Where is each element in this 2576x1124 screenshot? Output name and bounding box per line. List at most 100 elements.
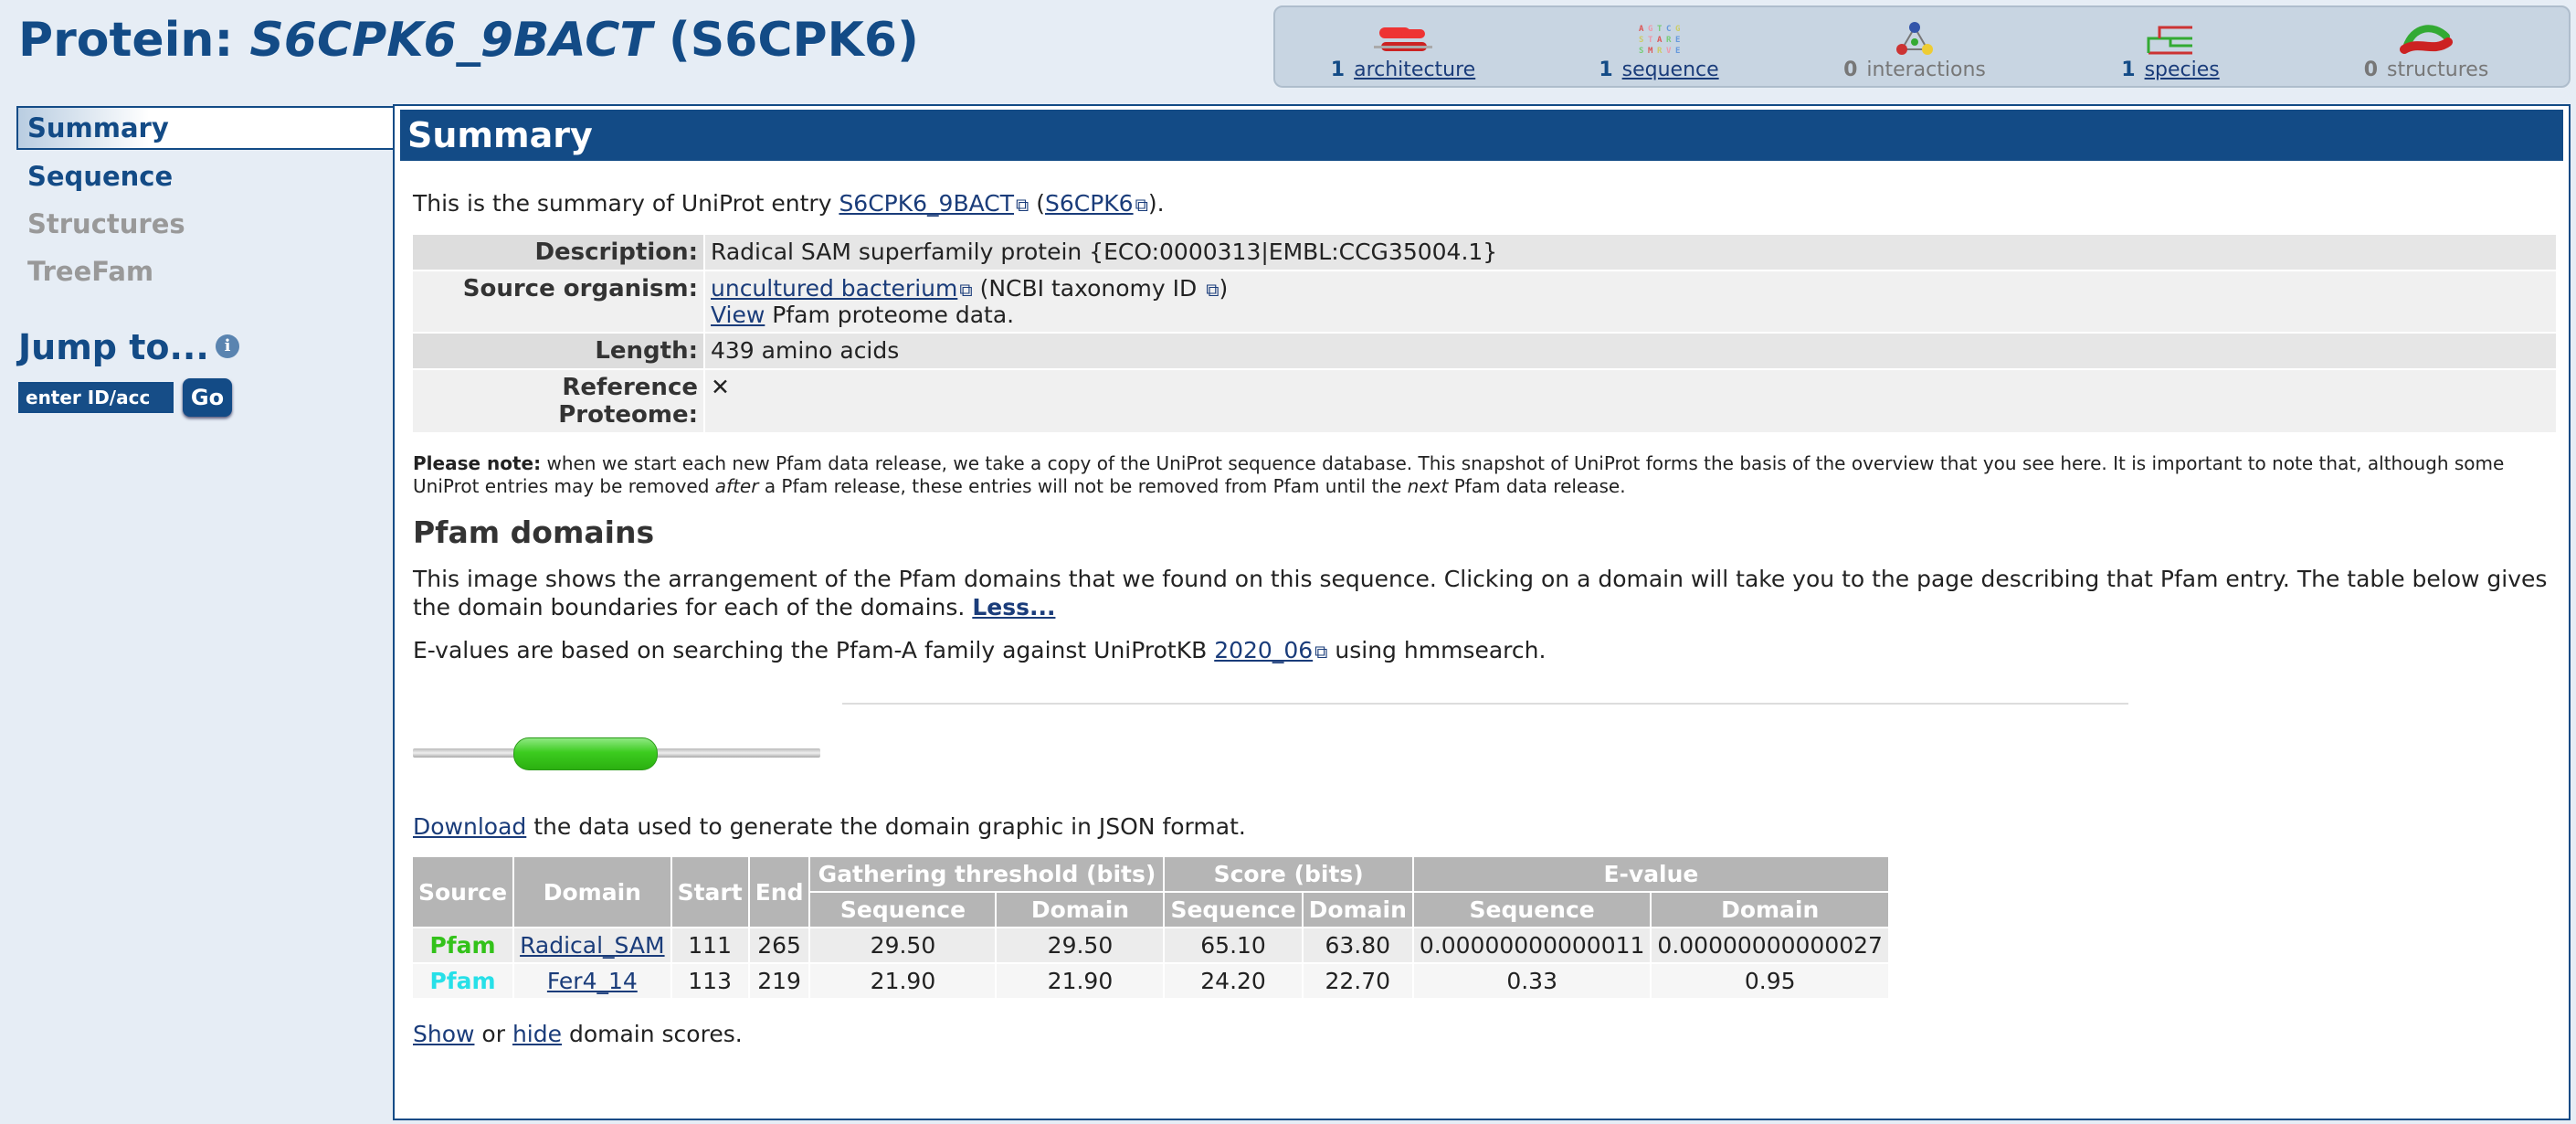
col-score: Score (bits) [1165, 857, 1412, 891]
less-link[interactable]: Less... [972, 594, 1055, 620]
taxonomy-external-link-icon[interactable]: ⧉ [1206, 279, 1219, 301]
go-button[interactable]: Go [183, 378, 232, 417]
col-score-sequence: Sequence [1165, 893, 1302, 927]
col-end: End [749, 857, 809, 927]
col-source: Source [413, 857, 513, 927]
download-text: the data used to generate the domain gra… [533, 813, 1246, 840]
sidebar-item-structures: Structures [27, 208, 185, 239]
svg-text:R: R [1657, 47, 1663, 56]
table-row: Pfam Radical_SAM 111 265 29.50 29.50 65.… [413, 928, 1888, 962]
col-domain: Domain [514, 857, 670, 927]
summary-info-table: Description: Radical SAM superfamily pro… [411, 233, 2558, 434]
svg-text:A: A [1657, 36, 1663, 45]
download-link[interactable]: Download [413, 813, 526, 840]
species-count: 1 [2121, 58, 2136, 81]
length-value: 439 amino acids [705, 334, 2556, 368]
note-bold: Please note: [413, 452, 542, 474]
organism-link[interactable]: uncultured bacterium [711, 275, 957, 302]
svg-text:R: R [1666, 36, 1672, 45]
reference-proteome-label: Reference Proteome: [413, 370, 703, 432]
title-accession: (S6CPK6) [668, 13, 919, 68]
scores-text: domain scores. [568, 1021, 743, 1047]
note-text: a Pfam release, these entries will not b… [764, 475, 1402, 497]
row-sc-dom: 22.70 [1303, 964, 1412, 998]
note-text: Pfam data release. [1453, 475, 1626, 497]
sequence-label[interactable]: sequence [1622, 58, 1719, 81]
release-note: Please note: when we start each new Pfam… [413, 452, 2556, 498]
col-gathering-domain: Domain [997, 893, 1164, 927]
summary-heading: Summary [400, 110, 2563, 161]
uniprot-entry-link[interactable]: S6CPK6_9BACT [839, 190, 1014, 217]
title-prefix: Protein: [18, 13, 234, 68]
sidebar-item-treefam: TreeFam [27, 256, 154, 287]
description-value: Radical SAM superfamily protein {ECO:000… [705, 235, 2556, 270]
domain-graphic [413, 681, 2556, 809]
evalue-text: using hmmsearch. [1335, 637, 1547, 663]
uniprot-accession-link[interactable]: S6CPK6 [1045, 190, 1134, 217]
architecture-count: 1 [1330, 58, 1346, 81]
description-text: This image shows the arrangement of the … [413, 566, 2548, 620]
info-icon[interactable]: i [216, 334, 239, 358]
fer4-14-link[interactable]: Fer4_14 [547, 968, 638, 994]
sequence-count: 1 [1599, 58, 1613, 81]
interactions-label: interactions [1866, 58, 1986, 81]
external-link-icon: ⧉ [1314, 641, 1328, 663]
col-start: Start [671, 857, 748, 927]
row-start: 111 [671, 928, 748, 962]
sequence-icon: AGTCG STARE SMRVE [1639, 25, 1680, 56]
jump-to-input[interactable] [18, 382, 174, 413]
intro-text: This is the summary of UniProt entry [413, 190, 832, 217]
table-row: Pfam Fer4_14 113 219 21.90 21.90 24.20 2… [413, 964, 1888, 998]
col-evalue-domain: Domain [1652, 893, 1888, 927]
row-gt-seq: 21.90 [810, 964, 996, 998]
svg-text:T: T [1657, 25, 1663, 34]
title-entry: S6CPK6_9BACT [249, 13, 652, 68]
taxonomy-text: (NCBI taxonomy ID [979, 275, 1198, 302]
structures-icon [2400, 25, 2453, 54]
uniprotkb-release-link[interactable]: 2020_06 [1214, 637, 1313, 663]
svg-text:E: E [1675, 47, 1680, 56]
interactions-count: 0 [1843, 58, 1858, 81]
interactions-icon [1896, 22, 1933, 55]
species-label[interactable]: species [2145, 58, 2220, 81]
page-title: Protein: S6CPK6_9BACT (S6CPK6) [18, 13, 919, 68]
architecture-label[interactable]: architecture [1354, 58, 1475, 81]
pfam-domains-heading: Pfam domains [413, 514, 655, 550]
note-emphasis: next [1407, 475, 1449, 497]
sidebar-item-summary[interactable]: Summary [16, 106, 393, 150]
download-info: Download the data used to generate the d… [413, 812, 2556, 841]
icon-bar-species[interactable]: 1 species [2043, 7, 2298, 88]
length-label: Length: [413, 334, 703, 368]
col-score-domain: Domain [1303, 893, 1412, 927]
row-gt-dom: 29.50 [997, 928, 1164, 962]
icon-bar-structures: 0 structures [2298, 7, 2554, 88]
row-sc-seq: 65.10 [1165, 928, 1302, 962]
external-link-icon: ⧉ [1016, 194, 1029, 216]
row-end: 219 [749, 964, 809, 998]
external-link-icon: ⧉ [1135, 194, 1148, 216]
row-sc-dom: 63.80 [1303, 928, 1412, 962]
row-ev-seq: 0.33 [1413, 964, 1651, 998]
radical-sam-link[interactable]: Radical_SAM [520, 932, 664, 959]
view-proteome-link[interactable]: View [711, 302, 765, 328]
sidebar-item-sequence[interactable]: Sequence [0, 154, 393, 199]
show-scores-link[interactable]: Show [413, 1021, 474, 1047]
svg-text:S: S [1639, 47, 1643, 56]
row-gt-dom: 21.90 [997, 964, 1164, 998]
icon-bar-architecture[interactable]: 1 architecture [1275, 7, 1531, 88]
evalue-text: E-values are based on searching the Pfam… [413, 637, 1208, 663]
svg-text:M: M [1648, 47, 1653, 56]
radical-sam-domain-glyph[interactable] [513, 737, 658, 770]
hide-scores-link[interactable]: hide [512, 1021, 562, 1047]
row-gt-seq: 29.50 [810, 928, 996, 962]
evalue-info: E-values are based on searching the Pfam… [413, 636, 2556, 666]
note-emphasis: after [714, 475, 759, 497]
svg-text:G: G [1648, 25, 1652, 34]
icon-bar-interactions: 0 interactions [1787, 7, 2043, 88]
graphic-divider [842, 703, 2128, 705]
pfam-domains-description: This image shows the arrangement of the … [413, 565, 2556, 621]
col-gathering: Gathering threshold (bits) [810, 857, 1164, 891]
icon-bar-sequence[interactable]: AGTCG STARE SMRVE 1 sequence [1531, 7, 1787, 88]
row-ev-seq: 0.00000000000011 [1413, 928, 1651, 962]
description-label: Description: [413, 235, 703, 270]
